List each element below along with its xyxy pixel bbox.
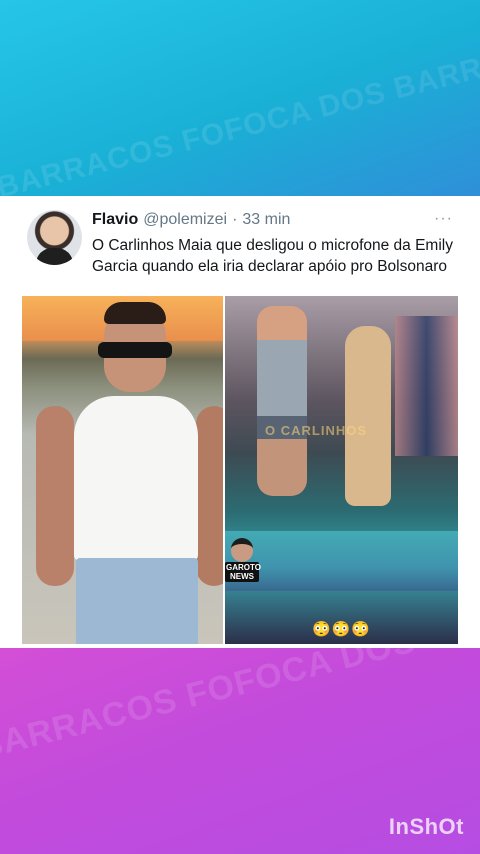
inshot-logo: InShOt bbox=[388, 814, 464, 839]
tweet-photo-left[interactable] bbox=[22, 296, 223, 644]
sunglasses bbox=[98, 342, 172, 358]
person-photo bbox=[36, 296, 223, 644]
flushed-emojis: 😳😳😳 bbox=[312, 621, 372, 638]
avatar[interactable] bbox=[27, 210, 82, 265]
man-figure bbox=[257, 306, 307, 496]
author-handle[interactable]: @polemizei bbox=[143, 211, 227, 229]
badge-face-icon bbox=[231, 538, 253, 562]
tweet-card[interactable]: Flavio @polemizei · 33 min ··· O Carlinh… bbox=[0, 196, 480, 648]
separator-dot: · bbox=[232, 211, 238, 228]
badge-label: GAROTO NEWS bbox=[225, 562, 261, 582]
person-arm-right bbox=[196, 406, 223, 586]
person-hair bbox=[104, 302, 166, 324]
video-watermark: O CARLINHOS bbox=[265, 423, 367, 438]
background-watermark: BARRACOS FOFOCA DOS BARRACOS FOFOCA DOS bbox=[0, 0, 480, 196]
crowd bbox=[395, 316, 458, 456]
tweet-photo-right[interactable]: O CARLINHOS GAROTO NEWS 😳😳😳 bbox=[225, 296, 458, 644]
tweet-time[interactable]: 33 min bbox=[242, 211, 290, 229]
garoto-news-badge: GAROTO NEWS bbox=[225, 538, 261, 582]
top-background: BARRACOS FOFOCA DOS BARRACOS FOFOCA DOS bbox=[0, 0, 480, 196]
bottom-background: BARRACOS FOFOCA DOS BARRACOS FOFOCA DOS … bbox=[0, 648, 480, 854]
author-name[interactable]: Flavio bbox=[92, 211, 138, 229]
tweet-header: Flavio @polemizei · 33 min bbox=[92, 211, 290, 229]
person-arm-left bbox=[36, 406, 74, 586]
person-jeans bbox=[76, 558, 198, 644]
performer-figure bbox=[345, 326, 391, 506]
stage-floor bbox=[225, 531, 458, 591]
more-options-icon[interactable]: ··· bbox=[434, 210, 453, 228]
person-tank-top bbox=[74, 396, 198, 561]
tweet-text: O Carlinhos Maia que desligou o microfon… bbox=[92, 237, 453, 275]
background-watermark-bottom: BARRACOS FOFOCA DOS BARRACOS FOFOCA DOS bbox=[0, 648, 480, 771]
